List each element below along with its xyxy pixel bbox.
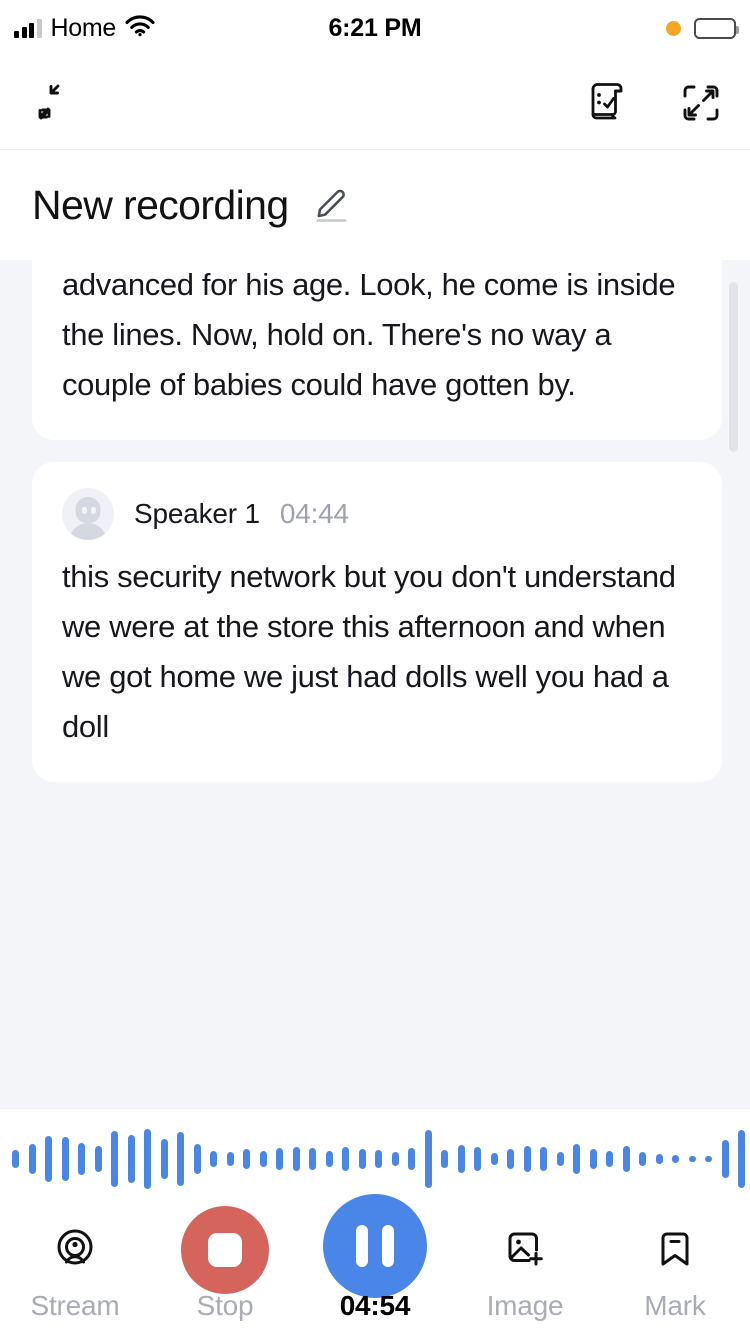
pause-button[interactable] (323, 1194, 427, 1298)
toolbar-item-stream[interactable]: Stream (0, 1212, 150, 1322)
waveform-bar (160, 1138, 168, 1179)
waveform-bar (78, 1142, 85, 1175)
waveform-bar (738, 1129, 745, 1188)
toolbar-item-mark[interactable]: Mark (600, 1212, 750, 1322)
status-bar: Home 6:21 PM (0, 0, 750, 56)
waveform-bar (705, 1155, 712, 1162)
speaker-name: Speaker 1 (134, 498, 260, 529)
waveform-bar (309, 1147, 316, 1170)
waveform-bar (408, 1147, 415, 1170)
transcript-card[interactable]: advanced for his age. Look, he come is i… (32, 260, 722, 440)
toolbar-label: 04:54 (339, 1290, 411, 1321)
waveform-bar (622, 1145, 630, 1172)
waveform-bar (606, 1150, 613, 1167)
waveform-bar (474, 1146, 481, 1171)
stop-square (208, 1233, 242, 1267)
waveform-bar (639, 1151, 646, 1166)
add-image-icon (498, 1212, 552, 1288)
status-bar-center: 6:21 PM (0, 0, 750, 56)
avatar (62, 488, 114, 540)
toolbar-item-04-54[interactable]: 04:54 (300, 1194, 450, 1322)
status-bar-right (666, 0, 739, 56)
pause-icon[interactable] (323, 1194, 427, 1298)
waveform-bar (28, 1143, 36, 1174)
waveform-bar (45, 1135, 52, 1182)
waveform-bar (94, 1145, 102, 1172)
stop-record-icon[interactable] (181, 1206, 269, 1294)
waveform-bar (523, 1145, 531, 1172)
waveform-bar (655, 1153, 663, 1164)
waveform-bar (672, 1154, 679, 1163)
waveform-bar (276, 1147, 283, 1170)
transcript-text: this security network but you don't unde… (62, 559, 676, 744)
page-title: New recording (32, 181, 289, 228)
waveform-bar (375, 1149, 382, 1168)
page-title-row: New recording (0, 150, 750, 260)
bookmark-mark-icon (648, 1212, 702, 1288)
waveform-bar (391, 1151, 399, 1166)
toolbar-item-stop[interactable]: Stop (150, 1206, 300, 1322)
waveform-bar (226, 1151, 234, 1166)
waveform-bar (358, 1148, 366, 1169)
waveform-bar (243, 1148, 250, 1169)
toolbar-label: Image (486, 1290, 564, 1321)
transcript-scroll-area[interactable]: advanced for his age. Look, he come is i… (0, 260, 750, 1108)
toolbar-label: Stream (30, 1290, 120, 1321)
waveform-bar (424, 1129, 432, 1188)
recording-indicator-dot (666, 20, 681, 36)
waveform-bar (342, 1146, 349, 1171)
toolbar-label: Mark (644, 1290, 706, 1321)
collapse-icon[interactable] (27, 74, 85, 132)
waveform-bar (441, 1149, 448, 1168)
waveform-bar (507, 1148, 514, 1169)
waveform-bar (721, 1139, 729, 1178)
notes-scroll-icon[interactable] (578, 74, 636, 132)
waveform-bar (111, 1130, 118, 1187)
waveform-bar (325, 1150, 333, 1167)
waveform-bar (12, 1149, 19, 1168)
waveform-bar (589, 1148, 597, 1169)
waveform-bar (210, 1150, 217, 1167)
waveform-bar (193, 1143, 201, 1174)
clock-label: 6:21 PM (328, 13, 422, 42)
waveform-bar (292, 1146, 300, 1171)
waveform-bar (61, 1136, 69, 1181)
bottom-toolbar: Stream Stop 04:54 Image Mark (0, 1194, 750, 1334)
waveform-bar (688, 1155, 696, 1162)
toolbar-item-image[interactable]: Image (450, 1212, 600, 1322)
stop-record-button[interactable] (181, 1206, 269, 1294)
waveform-bar (457, 1144, 465, 1173)
stream-broadcast-icon (48, 1212, 102, 1288)
waveform-bar (127, 1134, 135, 1183)
scrollbar-thumb[interactable] (729, 282, 738, 452)
toolbar-label: Stop (196, 1290, 254, 1321)
waveform-panel[interactable] (0, 1108, 750, 1208)
battery-icon (694, 17, 739, 39)
waveform-bar (259, 1150, 267, 1167)
waveform-bar (573, 1143, 580, 1174)
expand-fullscreen-icon[interactable] (672, 74, 730, 132)
waveform-bar (540, 1146, 547, 1171)
speaker-timestamp: 04:44 (279, 498, 349, 529)
waveform-bar (556, 1151, 564, 1166)
nav-bar (0, 56, 750, 150)
transcript-card[interactable]: Speaker 1 04:44 this security network but … (32, 462, 722, 782)
waveform-bar (177, 1131, 184, 1186)
waveform-bar (490, 1152, 498, 1165)
pencil-edit-icon[interactable] (309, 182, 355, 228)
waveform-bar (144, 1128, 151, 1189)
transcript-text: advanced for his age. Look, he come is i… (62, 267, 676, 402)
app-screen: Home 6:21 PM New recording advanced for … (0, 0, 750, 1334)
speaker-row: Speaker 1 04:44 (62, 488, 692, 540)
